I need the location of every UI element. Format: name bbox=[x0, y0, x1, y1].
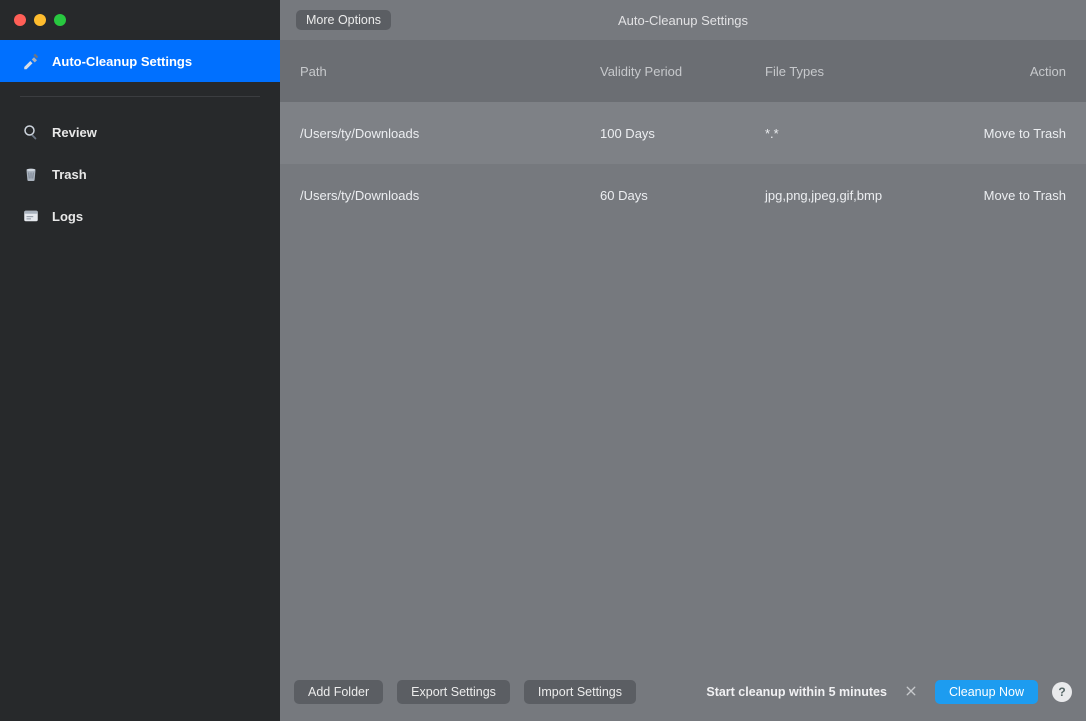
minimize-window-icon[interactable] bbox=[34, 14, 46, 26]
sidebar-item-label: Trash bbox=[52, 167, 87, 182]
table-header-row: Path Validity Period File Types Action bbox=[280, 40, 1086, 102]
cell-action: Move to Trash bbox=[960, 126, 1066, 141]
close-icon bbox=[905, 685, 917, 697]
table-row[interactable]: /Users/ty/Downloads 60 Days jpg,png,jpeg… bbox=[280, 164, 1086, 226]
sidebar: Auto-Cleanup Settings Review Trash bbox=[0, 0, 280, 721]
cleanup-now-button[interactable]: Cleanup Now bbox=[935, 680, 1038, 704]
add-folder-button[interactable]: Add Folder bbox=[294, 680, 383, 704]
cell-filetypes: *.* bbox=[765, 126, 960, 141]
page-title: Auto-Cleanup Settings bbox=[618, 13, 748, 28]
sidebar-item-auto-cleanup-settings[interactable]: Auto-Cleanup Settings bbox=[0, 40, 280, 82]
sidebar-item-trash[interactable]: Trash bbox=[0, 153, 280, 195]
logs-icon bbox=[22, 207, 40, 225]
main-panel: More Options Auto-Cleanup Settings Path … bbox=[280, 0, 1086, 721]
dismiss-status-button[interactable] bbox=[901, 684, 921, 700]
cell-action: Move to Trash bbox=[960, 188, 1066, 203]
fullscreen-window-icon[interactable] bbox=[54, 14, 66, 26]
more-options-button[interactable]: More Options bbox=[296, 10, 391, 30]
trash-icon bbox=[22, 165, 40, 183]
topbar: More Options Auto-Cleanup Settings bbox=[280, 0, 1086, 40]
sidebar-divider bbox=[20, 96, 260, 97]
help-button[interactable]: ? bbox=[1052, 682, 1072, 702]
sidebar-item-logs[interactable]: Logs bbox=[0, 195, 280, 237]
cell-path: /Users/ty/Downloads bbox=[300, 188, 600, 203]
empty-area bbox=[280, 226, 1086, 663]
col-header-validity: Validity Period bbox=[600, 64, 765, 79]
sidebar-item-label: Auto-Cleanup Settings bbox=[52, 54, 192, 69]
cell-filetypes: jpg,png,jpeg,gif,bmp bbox=[765, 188, 960, 203]
cell-path: /Users/ty/Downloads bbox=[300, 126, 600, 141]
sidebar-item-label: Logs bbox=[52, 209, 83, 224]
cell-validity: 60 Days bbox=[600, 188, 765, 203]
cell-validity: 100 Days bbox=[600, 126, 765, 141]
sidebar-item-label: Review bbox=[52, 125, 97, 140]
export-settings-button[interactable]: Export Settings bbox=[397, 680, 510, 704]
hammer-icon bbox=[22, 52, 40, 70]
import-settings-button[interactable]: Import Settings bbox=[524, 680, 636, 704]
status-text: Start cleanup within 5 minutes bbox=[706, 685, 887, 699]
sidebar-item-review[interactable]: Review bbox=[0, 111, 280, 153]
table-row[interactable]: /Users/ty/Downloads 100 Days *.* Move to… bbox=[280, 102, 1086, 164]
close-window-icon[interactable] bbox=[14, 14, 26, 26]
app-window: Auto-Cleanup Settings Review Trash bbox=[0, 0, 1086, 721]
bottombar: Add Folder Export Settings Import Settin… bbox=[280, 663, 1086, 721]
col-header-path: Path bbox=[300, 64, 600, 79]
col-header-action: Action bbox=[960, 64, 1066, 79]
col-header-filetypes: File Types bbox=[765, 64, 960, 79]
magnifier-icon bbox=[22, 123, 40, 141]
window-controls bbox=[0, 0, 280, 40]
